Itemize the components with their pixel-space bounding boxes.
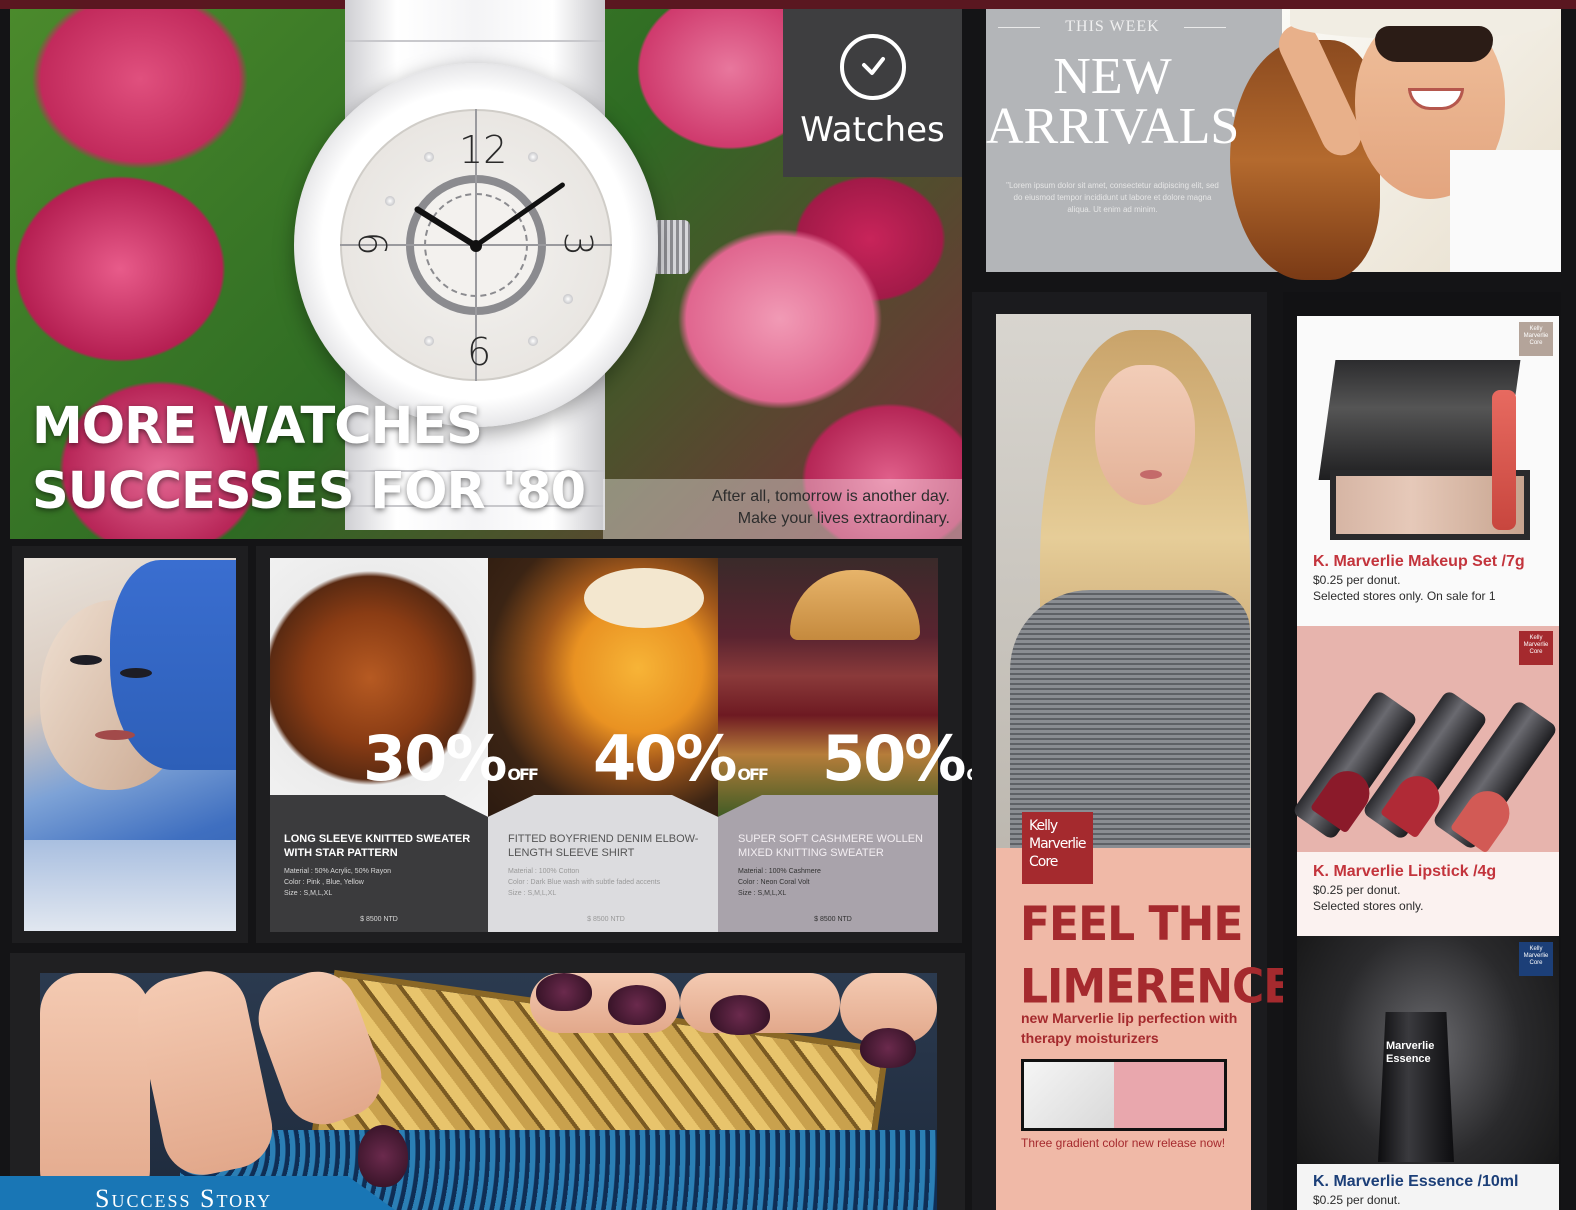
food-caption-price: $ 8500 NTD: [814, 916, 852, 923]
product-info: K. Marverlie Makeup Set /7g $0.25 per do…: [1297, 542, 1559, 626]
success-story-label: Success Story: [95, 1184, 273, 1210]
discount-value: 30%: [363, 722, 507, 795]
arrivals-title: NEW ARRIVALS: [986, 48, 1240, 155]
food-caption-spec: Material : 50% Acrylic, 50% Rayon Color …: [284, 868, 391, 897]
sunglasses: [1375, 26, 1493, 62]
discount-30: 30% OFF: [363, 728, 539, 806]
beer-foam: [584, 568, 704, 628]
product-name: K. Marverlie Essence /10ml: [1313, 1173, 1519, 1190]
product-note: Selected stores only.: [1313, 899, 1424, 913]
dial-numeral-3: 3: [556, 231, 601, 257]
discount-off: OFF: [737, 765, 769, 784]
watch-hand-pin: [470, 240, 482, 252]
arrivals-body: "Lorem ipsum dolor sit amet, consectetur…: [1006, 181, 1219, 214]
brand-mini-badge: Kelly Marverlie Core: [1519, 322, 1553, 356]
food-caption-price: $ 8500 NTD: [587, 916, 625, 923]
product-price: $0.25 per donut.: [1313, 883, 1401, 897]
feel-headline-line: FEEL THE: [1020, 896, 1243, 952]
dial-diamond: [424, 152, 434, 162]
discount-value: 50%: [822, 722, 966, 795]
clock-icon: [840, 34, 906, 100]
discount-off: OFF: [507, 765, 539, 784]
watch-tagline: After all, tomorrow is another day. Make…: [603, 486, 950, 530]
dial-diamond: [424, 336, 434, 346]
product-price: $0.25 per donut.: [1313, 573, 1401, 587]
dial-diamond: [563, 294, 573, 304]
painting-eye: [70, 655, 102, 665]
discount-40: 40% OFF: [593, 728, 769, 806]
product-info: K. Marverlie Lipstick /4g $0.25 per donu…: [1297, 852, 1559, 936]
painted-nail: [536, 973, 592, 1011]
model-face: [1095, 365, 1195, 505]
watch-tagline-line: After all, tomorrow is another day.: [711, 488, 950, 505]
arrivals-kicker: THIS WEEK: [1065, 18, 1160, 35]
brand-badge-text: Kelly Marverlie Core: [1029, 818, 1086, 870]
food-caption-spec: Material : 100% Cotton Color : Dark Blue…: [508, 868, 661, 897]
product-price: $0.25 per donut.: [1313, 1193, 1401, 1207]
feel-foot: Three gradient color new release now!: [1021, 1136, 1226, 1150]
painting-eye: [120, 668, 152, 678]
painting-shoulder: [24, 840, 236, 931]
brand-mini-badge: Kelly Marverlie Core: [1519, 631, 1553, 665]
food-caption-title: LONG SLEEVE KNITTED SWEATER WITH STAR PA…: [284, 833, 471, 859]
food-caption: LONG SLEEVE KNITTED SWEATER WITH STAR PA…: [284, 832, 474, 927]
makeup-case-lid: [1318, 360, 1521, 480]
product-name: K. Marverlie Lipstick /4g: [1313, 863, 1497, 880]
essence-product: Essence: [1386, 1053, 1431, 1065]
watch-headline-line: MORE WATCHES: [32, 397, 483, 456]
painting-lips: [95, 730, 135, 740]
arrivals-title-line: ARRIVALS: [986, 98, 1240, 155]
food-caption-spec: Material : 100% Cashmere Color : Neon Co…: [738, 868, 821, 897]
painted-nail: [710, 995, 770, 1035]
model-sweater: [1010, 590, 1250, 848]
product-name: K. Marverlie Makeup Set /7g: [1313, 553, 1525, 570]
dial-diamond: [385, 196, 395, 206]
feel-headline: FEEL THE LIMERENCE: [1020, 893, 1293, 1018]
dial-numeral-12: 12: [459, 128, 508, 172]
model-lips: [1140, 470, 1162, 479]
dial-numeral-9: 9: [352, 231, 397, 257]
model-shirt: [1450, 150, 1561, 272]
essence-brand: Marverlie: [1386, 1040, 1435, 1052]
strap-link: [345, 40, 605, 42]
food-caption-price: $ 8500 NTD: [360, 916, 398, 923]
food-caption: FITTED BOYFRIEND DENIM ELBOW-LENGTH SLEE…: [508, 832, 704, 927]
essence-tube-label: Marverlie Essence: [1386, 1040, 1434, 1066]
essence-tube: [1378, 1012, 1454, 1162]
watches-label: Watches: [800, 110, 945, 150]
watch-headline: MORE WATCHES SUCCESSES FOR '80: [32, 394, 586, 524]
brand-mini-badge: Kelly Marverlie Core: [1519, 942, 1553, 976]
watch-headline-line: SUCCESSES FOR '80: [32, 462, 586, 521]
arrivals-title-line: NEW: [1053, 48, 1172, 105]
feel-subline: new Marverlie lip perfection with therap…: [1021, 1010, 1238, 1046]
food-caption: SUPER SOFT CASHMERE WOLLEN MIXED KNITTIN…: [738, 832, 928, 927]
product-info: K. Marverlie Essence /10ml $0.25 per don…: [1297, 1164, 1559, 1210]
top-bar: [0, 0, 1576, 9]
painted-nail: [860, 1028, 916, 1068]
discount-value: 40%: [593, 722, 737, 795]
discount-50: 50%OFF: [822, 728, 998, 806]
painted-nail: [608, 985, 666, 1025]
watch-tagline-line: Make your lives extraordinary.: [737, 510, 950, 527]
dial-diamond: [528, 336, 538, 346]
lipstick-thumb: [1114, 1062, 1224, 1128]
dial-diamond: [528, 152, 538, 162]
finger: [40, 973, 150, 1210]
painted-nail: [358, 1125, 408, 1187]
product-note: Selected stores only. On sale for 1: [1313, 589, 1496, 603]
makeup-set-thumb: [1024, 1062, 1114, 1128]
food-caption-title: FITTED BOYFRIEND DENIM ELBOW-LENGTH SLEE…: [508, 833, 699, 859]
dial-numeral-6: 6: [467, 330, 492, 374]
makeup-bottle: [1492, 390, 1516, 530]
food-caption-title: SUPER SOFT CASHMERE WOLLEN MIXED KNITTIN…: [738, 833, 923, 859]
